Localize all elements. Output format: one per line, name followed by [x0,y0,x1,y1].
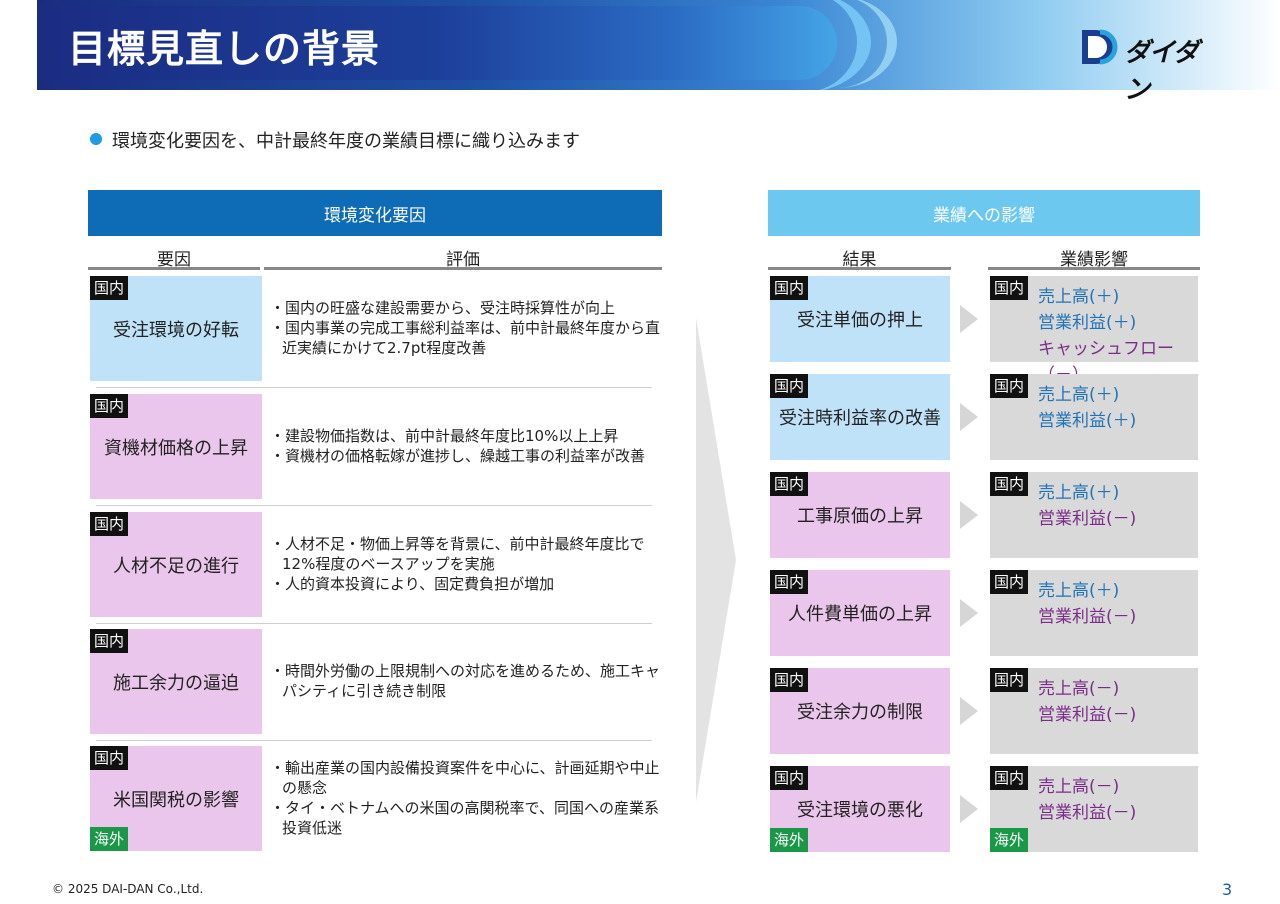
flow-arrow-icon [696,318,736,802]
impact-lines: 売上高(＋) 営業利益(－) [1038,480,1136,532]
evaluation-list: ・時間外労働の上限規制への対応を進めるため、施工キャパシティに引き続き制限 [270,661,662,701]
evaluation-item: ・国内事業の完成工事総利益率は、前中計最終年度から直近実績にかけて2.7pt程度… [270,319,661,357]
logo-text: ダイダン [1124,38,1199,105]
evaluation-item: ・輸出産業の国内設備投資案件を中心に、計画延期や中止の懸念 [270,759,660,797]
region-tag-domestic: 国内 [90,394,129,418]
impact-negative: 営業利益(－) [1038,509,1137,529]
region-tag-domestic: 国内 [990,276,1029,300]
row-divider [96,387,652,388]
result-label: 人件費単価の上昇 [788,604,932,625]
region-tag-domestic: 国内 [770,668,809,692]
result-label: 受注時利益率の改善 [779,408,941,429]
row-divider [96,623,652,624]
evaluation-list: ・輸出産業の国内設備投資案件を中心に、計画延期や中止の懸念 ・タイ・ベトナムへの米… [270,758,662,838]
impact-positive: 営業利益(＋) [1038,411,1137,431]
factor-label: 米国関税の影響 [113,789,239,811]
evaluation-item: ・タイ・ベトナムへの米国の高関税率で、同国への産業系投資低迷 [270,799,659,837]
result-label: 受注単価の押上 [797,310,923,331]
region-tag-overseas: 海外 [90,827,129,851]
lead-text: 環境変化要因を、中計最終年度の業績目標に織り込みます [112,131,580,152]
arrow-right-icon [960,305,978,333]
impact-positive: 売上高(＋) [1038,287,1120,307]
region-tag-overseas: 海外 [770,828,809,852]
region-tag-domestic: 国内 [90,276,129,300]
impact-lines: 売上高(＋) 営業利益(＋) [1038,382,1136,434]
factor-label: 受注環境の好転 [113,319,239,341]
bullet-icon [90,133,102,145]
impact-cell: 国内売上高(＋)営業利益(＋)キャッシュフロー（－） [990,276,1198,385]
impact-negative: 営業利益(－) [1038,705,1137,725]
evaluation-list: ・国内の旺盛な建設需要から、受注時採算性が向上・国内事業の完成工事総利益率は、前… [270,298,662,358]
page-title: 目標見直しの背景 [68,27,381,71]
region-tag-domestic: 国内 [990,766,1029,790]
arrow-right-icon [960,403,978,431]
region-tag-domestic: 国内 [990,374,1029,398]
evaluation-item: ・建設物価指数は、前中計最終年度比10%以上上昇 [270,427,619,445]
impact-negative: 営業利益(－) [1038,607,1137,627]
region-tag-domestic: 国内 [90,512,129,536]
impact-positive: 売上高(＋) [1038,581,1120,601]
impact-cell: 国内 売上高(＋) 営業利益(－) [990,472,1198,558]
impact-cell: 国内 売上高(＋) 営業利益(＋) [990,374,1198,460]
row-divider [96,740,652,741]
section-header-factors: 環境変化要因 [88,190,662,236]
evaluation-list: ・人材不足・物価上昇等を背景に、前中計最終年度比で12%程度のベースアップを実施… [270,534,662,594]
region-tag-domestic: 国内 [770,374,809,398]
region-tag-domestic: 国内 [990,472,1029,496]
column-rule [988,267,1200,270]
impact-positive: 売上高(＋) [1038,483,1120,503]
evaluation-list: ・建設物価指数は、前中計最終年度比10%以上上昇・資機材の価格転嫁が進捗し、繰越… [270,426,662,466]
evaluation-item: ・時間外労働の上限規制への対応を進めるため、施工キャパシティに引き続き制限 [270,662,661,700]
impact-negative: 営業利益(－) [1038,803,1137,823]
region-tag-domestic: 国内 [770,276,809,300]
region-tag-domestic: 国内 [770,472,809,496]
region-tag-domestic: 国内 [990,668,1029,692]
region-tag-domestic: 国内 [90,629,129,653]
impact-lines: 売上高(－) 営業利益(－) [1038,774,1136,826]
impact-lines: 売上高(＋) 営業利益(－) [1038,578,1136,630]
section-header-impact: 業績への影響 [768,190,1200,236]
evaluation-item: ・人的資本投資により、固定費負担が増加 [270,575,555,593]
impact-negative: 売上高(－) [1038,777,1120,797]
dai-dan-logo-icon [1082,29,1118,65]
evaluation-item: ・人材不足・物価上昇等を背景に、前中計最終年度比で12%程度のベースアップを実施 [270,535,645,573]
impact-negative: 売上高(－) [1038,679,1120,699]
copyright: © 2025 DAI-DAN Co.,Ltd. [52,882,204,896]
impact-positive: 営業利益(＋) [1038,313,1137,333]
column-rule [768,267,951,270]
arrow-right-icon [960,501,978,529]
factor-label: 人材不足の進行 [113,555,239,577]
region-tag-domestic: 国内 [90,746,129,770]
column-rule [264,267,662,270]
impact-lines: 売上高(－) 営業利益(－) [1038,676,1136,728]
result-label: 工事原価の上昇 [797,506,923,527]
region-tag-domestic: 国内 [990,570,1029,594]
impact-cell: 国内海外 売上高(－) 営業利益(－) [990,766,1198,852]
factor-label: 資機材価格の上昇 [104,437,248,459]
company-logo: ダイダン [1080,28,1220,105]
arrow-right-icon [960,697,978,725]
impact-positive: 売上高(＋) [1038,385,1120,405]
result-label: 受注環境の悪化 [797,800,923,821]
region-tag-domestic: 国内 [770,570,809,594]
column-rule [88,267,260,270]
page-number: 3 [1222,880,1233,899]
arrow-right-icon [960,795,978,823]
factor-label: 施工余力の逼迫 [113,672,239,694]
impact-cell: 国内 売上高(＋) 営業利益(－) [990,570,1198,656]
arrow-right-icon [960,599,978,627]
result-label: 受注余力の制限 [797,702,923,723]
impact-lines: 売上高(＋)営業利益(＋)キャッシュフロー（－） [1038,284,1198,388]
impact-cell: 国内 売上高(－) 営業利益(－) [990,668,1198,754]
evaluation-item: ・国内の旺盛な建設需要から、受注時採算性が向上 [270,299,616,317]
region-tag-overseas: 海外 [990,828,1029,852]
region-tag-domestic: 国内 [770,766,809,790]
evaluation-item: ・資機材の価格転嫁が進捗し、繰越工事の利益率が改善 [270,447,646,465]
row-divider [96,505,652,506]
header-arc [777,0,897,88]
